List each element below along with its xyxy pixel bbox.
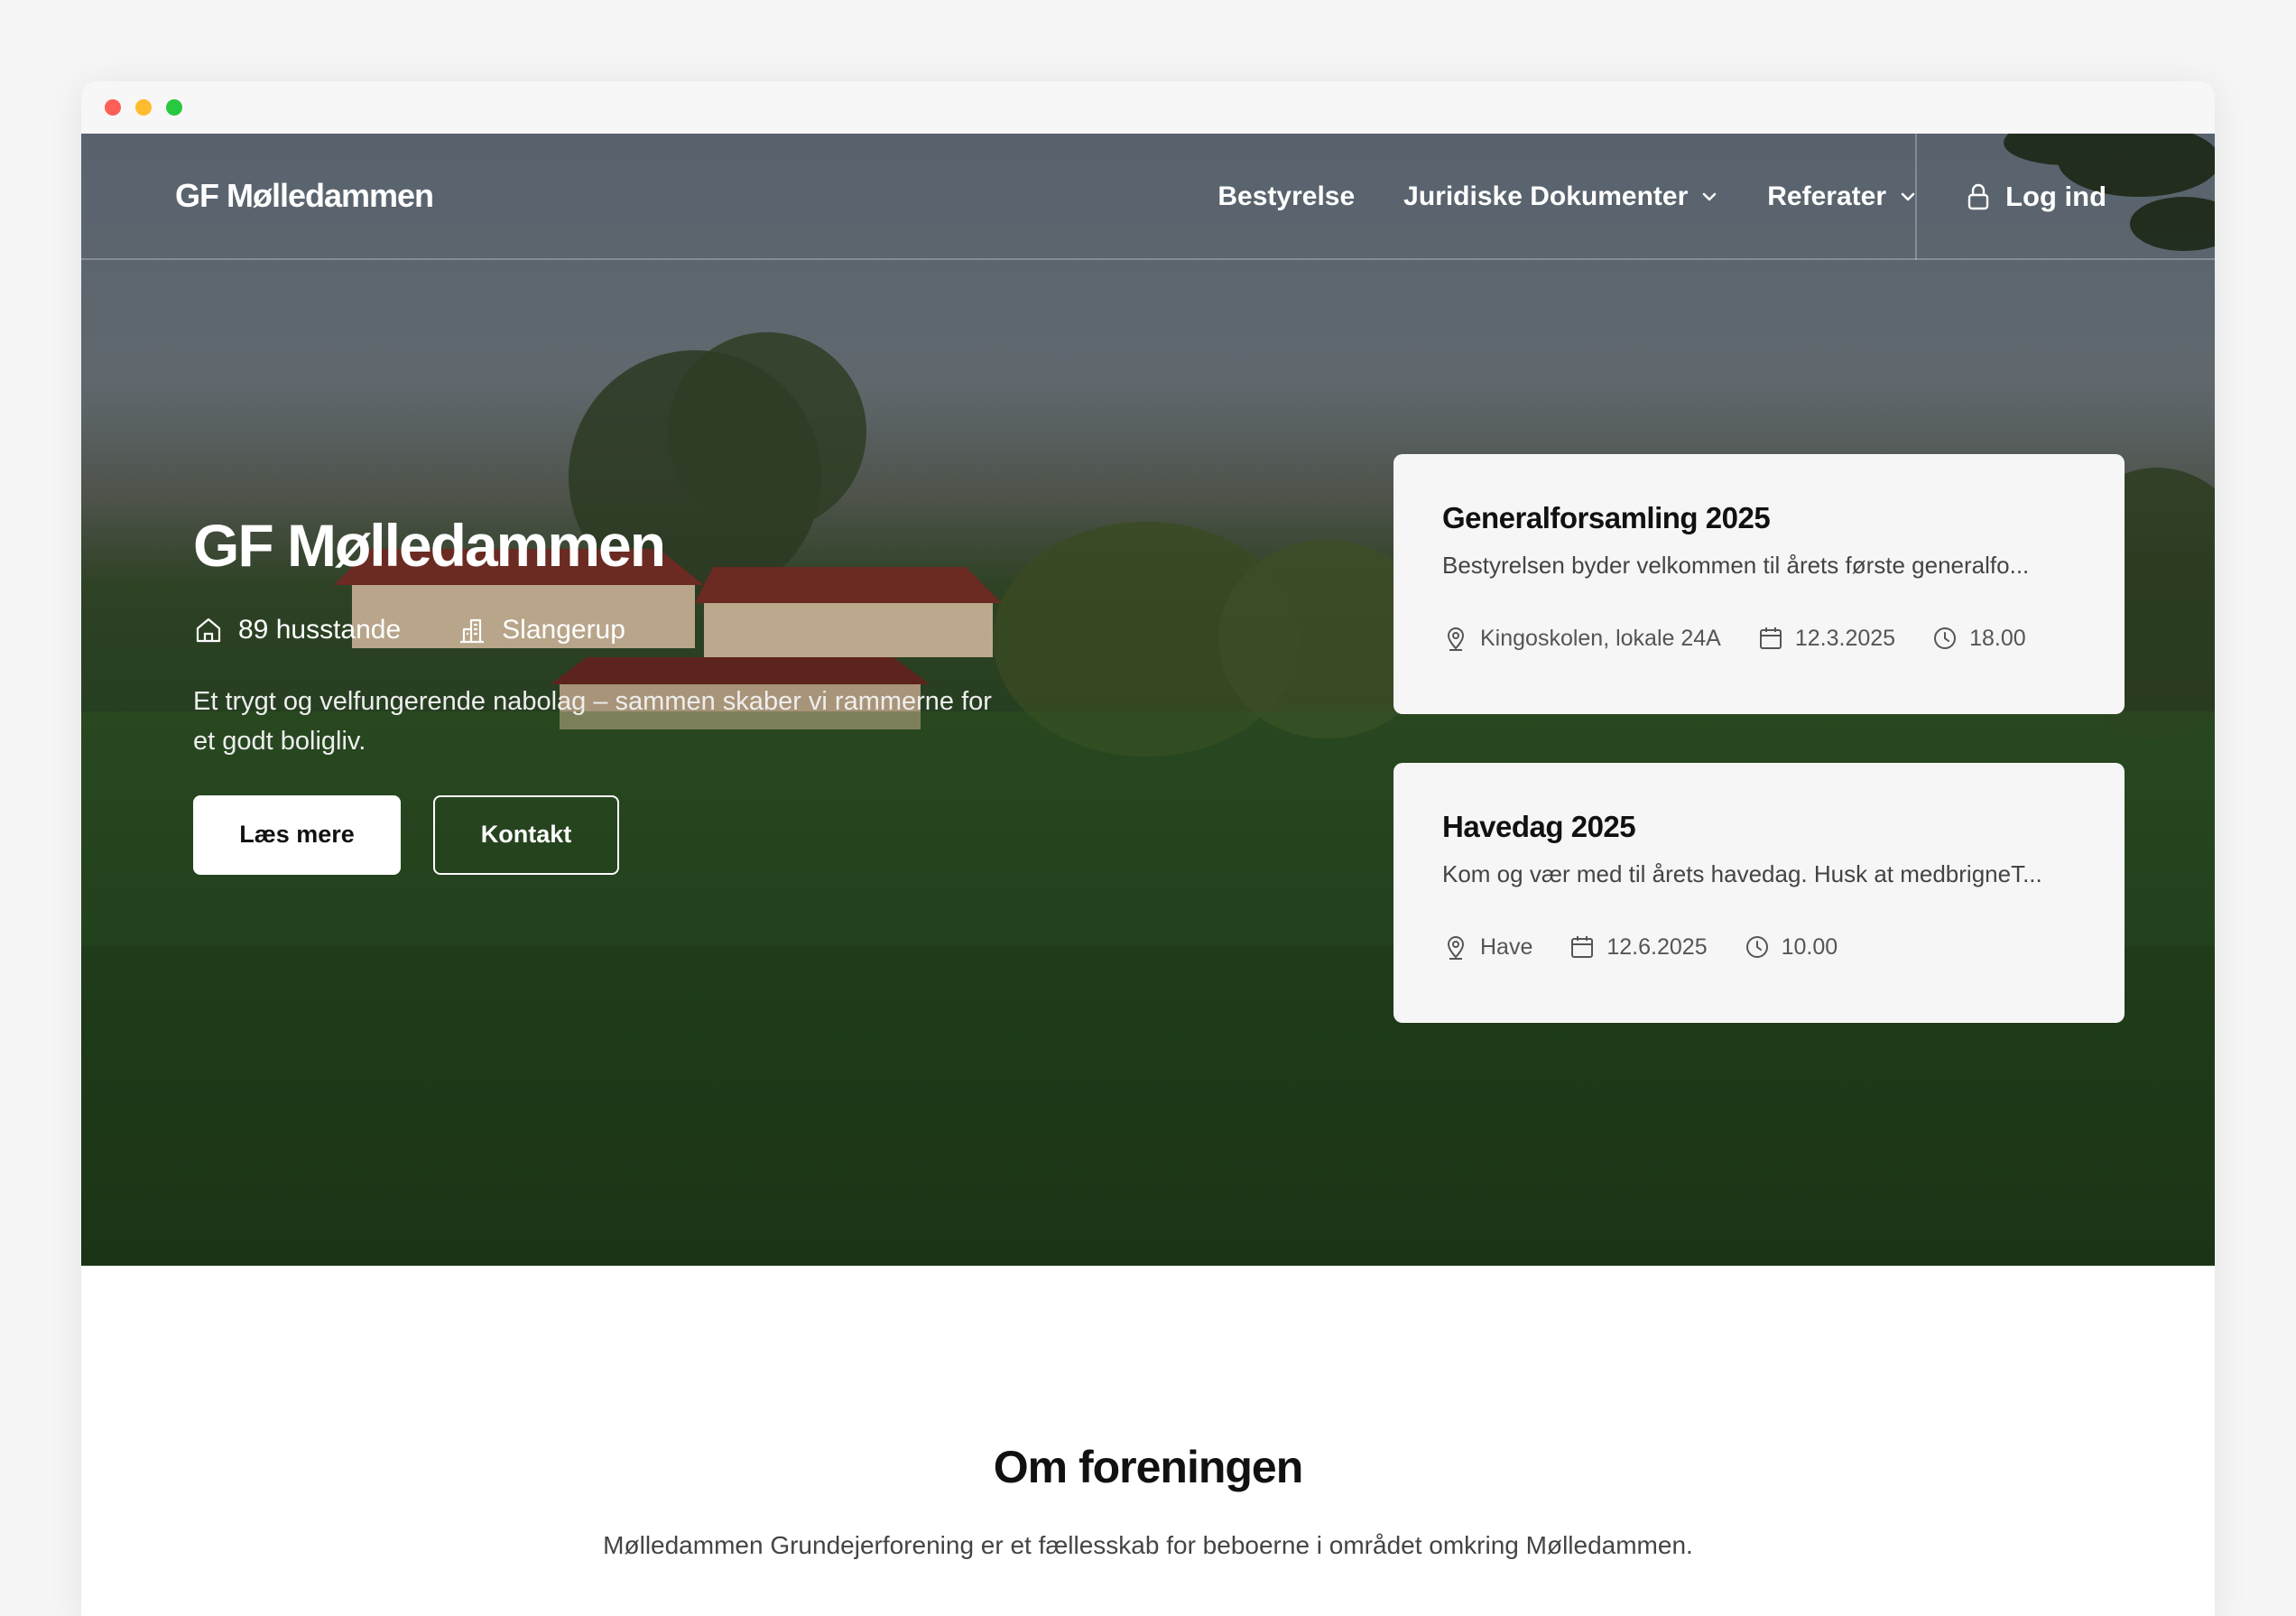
browser-window: GF Mølledammen Bestyrelse Juridiske Doku… xyxy=(81,81,2215,1616)
event-title: Havedag 2025 xyxy=(1442,810,1636,843)
event-date-label: 12.3.2025 xyxy=(1794,625,1896,651)
nav-link-label: Bestyrelse xyxy=(1217,181,1356,211)
event-time-label: 10.00 xyxy=(1781,933,1838,960)
hero-buttons: Læs mere Kontakt xyxy=(193,794,1023,875)
stat-label: 89 husstande xyxy=(238,614,402,645)
event-location: Kingoskolen, lokale 24A xyxy=(1442,625,1721,652)
home-icon xyxy=(196,618,221,642)
nav-menu: Bestyrelse Juridiske Dokumenter Referate… xyxy=(1217,134,1917,260)
read-more-button[interactable]: Læs mere xyxy=(193,794,401,875)
nav-link-label: Juridiske Dokumenter xyxy=(1403,181,1689,211)
clock-icon xyxy=(1934,627,1957,649)
event-description: Kom og vær med til årets havedag. Husk a… xyxy=(1442,860,2042,887)
event-card[interactable]: Generalforsamling 2025 Bestyrelsen byder… xyxy=(1393,454,2125,714)
event-date: 12.6.2025 xyxy=(1569,933,1708,961)
event-card[interactable]: Havedag 2025 Kom og vær med til årets ha… xyxy=(1393,763,2125,1023)
hero-stats: 89 husstande Slangerup xyxy=(193,615,1023,645)
calendar-icon xyxy=(1571,936,1594,958)
login-button[interactable]: Log ind xyxy=(1966,134,2106,260)
top-navigation: GF Mølledammen Bestyrelse Juridiske Doku… xyxy=(81,134,2215,260)
stat-households: 89 husstande xyxy=(193,615,401,645)
chevron-down-icon xyxy=(1901,192,1915,201)
minimize-window-button[interactable] xyxy=(135,99,152,116)
event-title: Generalforsamling 2025 xyxy=(1442,501,1771,534)
stat-label: Slangerup xyxy=(502,614,625,645)
lock-icon xyxy=(1967,183,1989,210)
event-meta: Have 12.6.2025 10.00 xyxy=(1442,933,2076,961)
event-time: 10.00 xyxy=(1744,933,1838,961)
nav-link-label: Referater xyxy=(1767,181,1886,211)
city-icon xyxy=(460,618,485,643)
clock-icon xyxy=(1745,936,1768,958)
location-pin-icon xyxy=(1447,936,1465,960)
contact-button[interactable]: Kontakt xyxy=(433,794,619,875)
event-time: 18.00 xyxy=(1931,625,2026,652)
event-location: Have xyxy=(1442,933,1532,961)
event-time-label: 18.00 xyxy=(1969,625,2026,651)
login-label: Log ind xyxy=(2005,181,2106,212)
event-date: 12.3.2025 xyxy=(1757,625,1895,652)
chevron-down-icon xyxy=(1703,192,1717,201)
nav-link-juridiske-dokumenter[interactable]: Juridiske Dokumenter xyxy=(1403,181,1718,212)
about-heading: Om foreningen xyxy=(993,1442,1304,1492)
hero-tagline: Et trygt og velfungerende nabolag – samm… xyxy=(193,686,992,756)
hero-content: GF Mølledammen 89 husstande Slangerup Et xyxy=(193,513,1023,875)
event-description: Bestyrelsen byder velkommen til årets fø… xyxy=(1442,552,2030,579)
hero-section: GF Mølledammen Bestyrelse Juridiske Doku… xyxy=(81,134,2215,1266)
close-window-button[interactable] xyxy=(105,99,121,116)
nav-link-bestyrelse[interactable]: Bestyrelse xyxy=(1217,181,1355,212)
window-titlebar xyxy=(81,81,2215,134)
about-text: Mølledammen Grundejerforening er et fæll… xyxy=(603,1531,1693,1559)
stat-location: Slangerup xyxy=(457,615,625,645)
calendar-icon xyxy=(1759,627,1782,649)
nav-link-referater[interactable]: Referater xyxy=(1767,181,1917,212)
maximize-window-button[interactable] xyxy=(166,99,182,116)
event-date-label: 12.6.2025 xyxy=(1606,933,1708,960)
location-pin-icon xyxy=(1447,627,1465,651)
site-logo[interactable]: GF Mølledammen xyxy=(175,177,434,215)
nav-divider xyxy=(1915,134,1917,260)
about-section: Om foreningen Mølledammen Grundejerforen… xyxy=(81,1266,2215,1560)
event-location-label: Have xyxy=(1480,933,1533,960)
hero-title: GF Mølledammen xyxy=(193,512,666,579)
event-location-label: Kingoskolen, lokale 24A xyxy=(1480,625,1721,651)
event-meta: Kingoskolen, lokale 24A 12.3.2025 18.00 xyxy=(1442,625,2076,652)
